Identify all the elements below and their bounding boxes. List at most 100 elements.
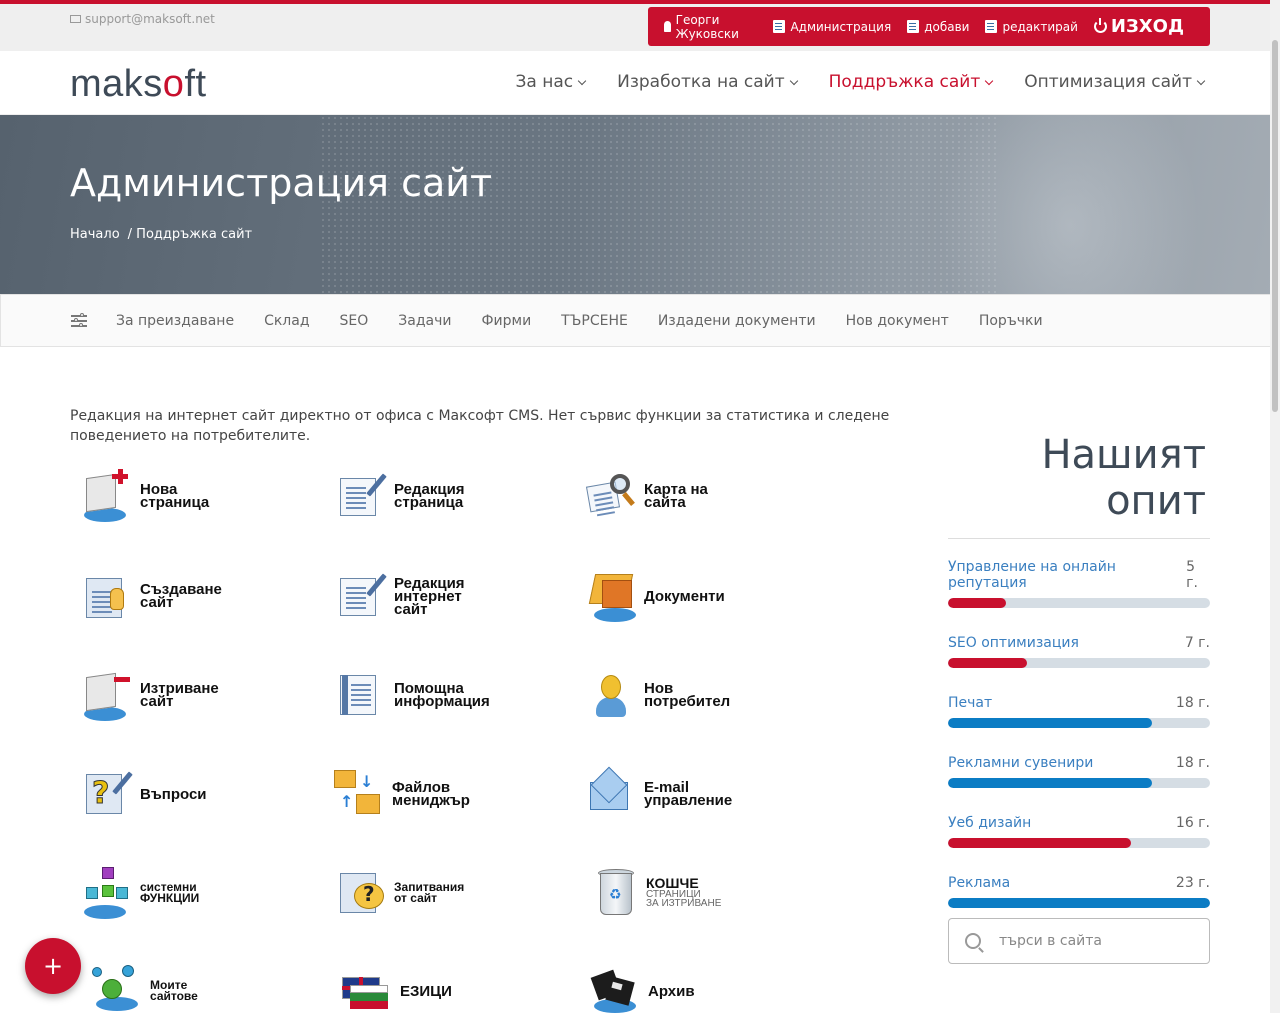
scrollbar-thumb[interactable] [1272, 40, 1278, 412]
tile-new-page[interactable]: Нова страница [82, 469, 209, 522]
search-input[interactable] [999, 933, 1199, 949]
add-fab-button[interactable]: + [25, 938, 81, 994]
skill-item: Рекламни сувенири 18 г. [948, 755, 1210, 788]
secondary-nav: За преиздаване Склад SEO Задачи Фирми ТЪ… [0, 294, 1280, 347]
support-email[interactable]: support@maksoft.net [70, 12, 215, 26]
skill-bar-fill [948, 898, 1210, 908]
skill-bar-fill [948, 778, 1153, 788]
subnav-companies[interactable]: Фирми [481, 313, 531, 329]
skill-item: Печат 18 г. [948, 695, 1210, 728]
intro-text: Редакция на интернет сайт директно от оф… [70, 408, 890, 444]
skill-bar [948, 778, 1210, 788]
skill-item: Уеб дизайн 16 г. [948, 815, 1210, 848]
new-user-icon [586, 669, 638, 721]
tile-edit-page[interactable]: Редакция страница [336, 470, 465, 522]
skill-name[interactable]: Рекламни сувенири [948, 755, 1093, 771]
tile-delete-site[interactable]: Изтриване сайт [82, 669, 219, 721]
tile-languages[interactable]: ЕЗИЦИ [342, 965, 452, 1013]
breadcrumb-home[interactable]: Начало [70, 227, 120, 242]
tile-new-user[interactable]: Нов потребител [586, 669, 730, 721]
subnav-republish[interactable]: За преиздаване [116, 313, 234, 329]
email-icon [586, 766, 638, 820]
skill-bar-fill [948, 658, 1027, 668]
envelope-icon [70, 15, 81, 23]
tile-inquiries[interactable]: ? Запитвания от сайт [336, 867, 464, 919]
skill-name[interactable]: Печат [948, 695, 992, 711]
main-nav: За нас Изработка на сайт Поддръжка сайт … [516, 72, 1206, 92]
languages-icon [342, 965, 394, 1013]
skill-name[interactable]: Уеб дизайн [948, 815, 1031, 831]
skill-bar [948, 658, 1210, 668]
page-title: Администрация сайт [70, 161, 493, 205]
tile-file-manager[interactable]: ↓ ↑ Файлов мениджър [334, 768, 470, 820]
sidebar-title: Нашият опит [948, 424, 1210, 539]
subnav-warehouse[interactable]: Склад [264, 313, 309, 329]
search-icon[interactable] [965, 933, 981, 949]
user-link[interactable]: Георги Жуковски [664, 13, 757, 41]
skill-years: 16 г. [1175, 815, 1210, 831]
maksoft-logo[interactable]: maksoft [70, 63, 207, 106]
subnav-new-document[interactable]: Нов документ [846, 313, 949, 329]
tile-system-functions[interactable]: системни ФУНКЦИИ [82, 867, 199, 919]
skill-item: SEO оптимизация 7 г. [948, 635, 1210, 668]
file-manager-icon: ↓ ↑ [334, 768, 386, 820]
subnav-tasks[interactable]: Задачи [398, 313, 451, 329]
tile-questions[interactable]: ? Въпроси [82, 768, 207, 820]
logout-button[interactable]: ИЗХОД [1093, 16, 1184, 37]
edit-link[interactable]: редактирай [985, 20, 1078, 34]
add-document-icon [907, 20, 920, 33]
nav-site-optimization[interactable]: Оптимизация сайт [1024, 72, 1206, 92]
admin-link[interactable]: Администрация [773, 20, 891, 34]
skill-name[interactable]: Реклама [948, 875, 1010, 891]
hero-banner: Администрация сайт Начало / Поддръжка са… [0, 115, 1280, 294]
questions-icon: ? [82, 768, 134, 820]
nav-web-development[interactable]: Изработка на сайт [617, 72, 798, 92]
tile-sitemap[interactable]: Карта на сайта [585, 470, 708, 522]
tile-email[interactable]: E-mail управление [586, 766, 732, 820]
skill-bar-fill [948, 718, 1153, 728]
page-scrollbar[interactable] [1270, 0, 1280, 1013]
nav-about[interactable]: За нас [516, 72, 587, 92]
subnav-issued-documents[interactable]: Издадени документи [658, 313, 816, 329]
skill-name[interactable]: Управление на онлайн репутация [948, 559, 1186, 591]
subnav-seo[interactable]: SEO [340, 313, 369, 329]
document-icon [773, 20, 786, 33]
add-link[interactable]: добави [907, 20, 969, 34]
chevron-down-icon [577, 76, 587, 85]
skill-bar-fill [948, 598, 1006, 608]
subnav-orders[interactable]: Поръчки [979, 313, 1043, 329]
trash-icon: ♻ [588, 867, 640, 919]
tile-edit-site[interactable]: Редакция интернет сайт [336, 570, 465, 622]
tile-create-site[interactable]: Създаване сайт [82, 570, 222, 622]
delete-site-icon [82, 669, 134, 721]
tile-my-sites[interactable]: Моите сайтове [92, 965, 198, 1013]
tile-documents[interactable]: Документи [586, 570, 725, 622]
nav-site-support[interactable]: Поддръжка сайт [829, 72, 994, 92]
documents-icon [586, 570, 638, 622]
skill-years: 18 г. [1175, 755, 1210, 771]
tile-archive[interactable]: Архив [590, 965, 695, 1013]
chevron-down-icon [789, 76, 798, 85]
skill-name[interactable]: SEO оптимизация [948, 635, 1079, 651]
edit-page-icon [336, 470, 388, 522]
inquiries-icon: ? [336, 867, 388, 919]
skill-bar [948, 598, 1210, 608]
experience-sidebar: Нашият опит Управление на онлайн репутац… [948, 424, 1210, 935]
archive-icon [590, 965, 642, 1013]
site-search [948, 918, 1210, 964]
user-icon [664, 21, 671, 32]
skill-years: 5 г. [1186, 559, 1198, 591]
new-page-icon [82, 469, 134, 522]
my-sites-icon [92, 965, 144, 1013]
skill-item: Управление на онлайн репутация 5 г. [948, 559, 1210, 608]
filter-icon[interactable] [71, 312, 87, 328]
system-functions-icon [82, 867, 134, 919]
edit-document-icon [985, 20, 998, 33]
subnav-search[interactable]: ТЪРСЕНЕ [561, 313, 628, 329]
admin-toolbar: Георги Жуковски Администрация добави ред… [648, 7, 1210, 46]
skill-years: 7 г. [1184, 635, 1210, 651]
tile-trash[interactable]: ♻ КОШЧЕ СТРАНИЦИ ЗА ИЗТРИВАНЕ [588, 867, 721, 919]
breadcrumb-current: / Поддръжка сайт [127, 227, 253, 242]
tile-help-info[interactable]: Помощна информация [336, 669, 490, 721]
skill-bar [948, 838, 1210, 848]
